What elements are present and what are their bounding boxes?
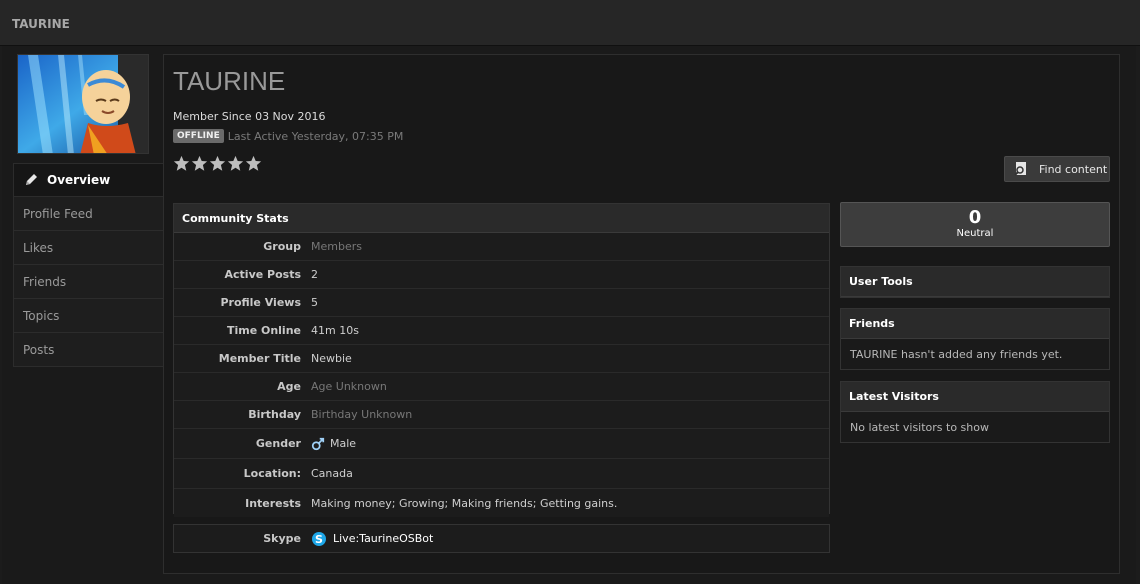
skype-handle[interactable]: Live:TaurineOSBot bbox=[333, 532, 433, 545]
stat-row-member-title: Member Title Newbie bbox=[174, 345, 829, 373]
stat-value: 2 bbox=[311, 268, 318, 281]
friends-panel: Friends TAURINE hasn't added any friends… bbox=[840, 308, 1110, 370]
reputation-box: 0 Neutral bbox=[840, 202, 1110, 247]
stat-label: Location: bbox=[243, 467, 301, 480]
stat-row-location: Location: Canada bbox=[174, 459, 829, 489]
community-stats-panel: Community Stats Group Members Active Pos… bbox=[173, 203, 830, 517]
stat-label: Gender bbox=[255, 437, 301, 450]
skype-panel: Skype S Live:TaurineOSBot bbox=[173, 524, 830, 553]
svg-text:S: S bbox=[315, 533, 323, 546]
stat-row-birthday: Birthday Birthday Unknown bbox=[174, 401, 829, 429]
stat-value: Birthday Unknown bbox=[311, 408, 413, 421]
latest-visitors-text: No latest visitors to show bbox=[850, 421, 989, 434]
male-icon bbox=[311, 437, 325, 450]
stat-row-time-online: Time Online 41m 10s bbox=[174, 317, 829, 345]
stat-row-group: Group Members bbox=[174, 233, 829, 261]
profile-username: TAURINE bbox=[173, 66, 286, 96]
stat-value: Members bbox=[311, 240, 362, 253]
stat-label: Profile Views bbox=[220, 296, 301, 309]
latest-visitors-panel: Latest Visitors No latest visitors to sh… bbox=[840, 381, 1110, 443]
sidebar-item-posts[interactable]: Posts bbox=[13, 333, 163, 367]
sidebar-item-label: Posts bbox=[23, 342, 55, 357]
last-active: Last Active Yesterday, 07:35 PM bbox=[227, 129, 404, 143]
avatar[interactable] bbox=[17, 54, 149, 154]
sidebar-item-label: Overview bbox=[47, 173, 111, 187]
stat-value: Newbie bbox=[311, 352, 352, 365]
skype-value-wrap: S Live:TaurineOSBot bbox=[311, 531, 433, 547]
member-since: Member Since 03 Nov 2016 bbox=[173, 110, 326, 123]
search-document-icon bbox=[1014, 162, 1026, 176]
star-icon bbox=[209, 155, 226, 171]
latest-visitors-title: Latest Visitors bbox=[841, 382, 1109, 412]
stat-value: 41m 10s bbox=[311, 324, 359, 337]
profile-sidebar-nav: Overview Profile Feed Likes Friends Topi… bbox=[13, 163, 163, 367]
stat-value: Age Unknown bbox=[311, 380, 387, 393]
page-header-title: TAURINE bbox=[12, 17, 70, 31]
stat-row-age: Age Age Unknown bbox=[174, 373, 829, 401]
top-bar: TAURINE bbox=[0, 0, 1140, 46]
sidebar-item-friends[interactable]: Friends bbox=[13, 265, 163, 299]
gender-value: Male bbox=[330, 437, 357, 450]
star-icon bbox=[245, 155, 262, 171]
friends-panel-title: Friends bbox=[841, 309, 1109, 339]
sidebar-item-overview[interactable]: Overview bbox=[13, 163, 163, 197]
stat-row-active-posts: Active Posts 2 bbox=[174, 261, 829, 289]
friends-panel-text: TAURINE hasn't added any friends yet. bbox=[850, 348, 1063, 361]
sidebar-item-label: Likes bbox=[23, 240, 54, 255]
reputation-label: Neutral bbox=[956, 228, 994, 239]
star-icon bbox=[173, 155, 190, 171]
skype-label: Skype bbox=[263, 532, 301, 545]
pencil-icon bbox=[26, 174, 37, 185]
stat-value: Male bbox=[311, 437, 356, 451]
stat-row-profile-views: Profile Views 5 bbox=[174, 289, 829, 317]
stat-label: Active Posts bbox=[224, 268, 302, 281]
sidebar-item-label: Profile Feed bbox=[23, 206, 93, 221]
stat-label: Time Online bbox=[226, 324, 301, 337]
sidebar-item-profile-feed[interactable]: Profile Feed bbox=[13, 197, 163, 231]
stat-label: Member Title bbox=[218, 352, 301, 365]
find-content-label: Find content bbox=[1039, 162, 1108, 176]
sidebar-item-likes[interactable]: Likes bbox=[13, 231, 163, 265]
sidebar-item-label: Topics bbox=[23, 308, 60, 323]
status-row: OFFLINE Last Active Yesterday, 07:35 PM bbox=[173, 129, 403, 143]
skype-icon: S bbox=[312, 531, 326, 546]
star-icon bbox=[191, 155, 208, 171]
stat-value: Canada bbox=[311, 467, 353, 480]
find-content-button[interactable]: Find content bbox=[1004, 156, 1110, 182]
stat-value: 5 bbox=[311, 296, 318, 309]
stat-value: Making money; Growing; Making friends; G… bbox=[311, 496, 618, 510]
star-icon bbox=[227, 155, 244, 171]
stat-label: Birthday bbox=[248, 408, 301, 421]
user-tools-panel: User Tools bbox=[840, 266, 1110, 298]
star-rating bbox=[173, 155, 262, 172]
sidebar-item-label: Friends bbox=[23, 274, 67, 289]
status-badge: OFFLINE bbox=[173, 129, 224, 143]
reputation-value: 0 bbox=[968, 207, 982, 228]
user-tools-title[interactable]: User Tools bbox=[841, 267, 1109, 297]
stat-row-gender: Gender Male bbox=[174, 429, 829, 459]
community-stats-title: Community Stats bbox=[174, 204, 829, 233]
stat-label: Interests bbox=[245, 496, 301, 510]
stat-label: Group bbox=[263, 240, 301, 253]
sidebar-item-topics[interactable]: Topics bbox=[13, 299, 163, 333]
stat-row-interests: Interests Making money; Growing; Making … bbox=[174, 489, 829, 517]
stat-label: Age bbox=[277, 380, 301, 393]
